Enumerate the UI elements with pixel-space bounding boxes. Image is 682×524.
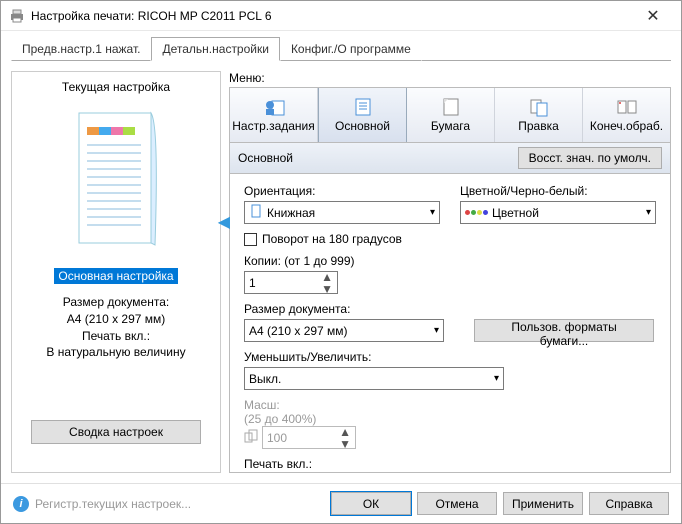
- register-settings-button[interactable]: Регистр.текущих настроек...: [35, 497, 331, 511]
- color-select[interactable]: Цветной ▾: [460, 201, 656, 224]
- tab-config[interactable]: Конфиг./О программе: [280, 37, 422, 61]
- copies-input[interactable]: 1 ▲▼: [244, 271, 338, 294]
- spinner-icon: ▲▼: [339, 426, 351, 450]
- reduce-label: Уменьшить/Увеличить:: [244, 350, 656, 364]
- checkbox-box: [244, 233, 257, 246]
- docsize-select[interactable]: A4 (210 x 297 мм) ▾: [244, 319, 444, 342]
- section-title: Основной: [238, 151, 293, 165]
- current-settings-panel: Текущая настройка: [11, 71, 221, 473]
- tab-detail[interactable]: Детальн.настройки: [151, 37, 279, 61]
- color-label: Цветной/Черно-белый:: [460, 184, 656, 198]
- chevron-down-icon: ▾: [430, 207, 435, 218]
- info-icon: i: [13, 496, 29, 512]
- titlebar: Настройка печати: RICOH MP C2011 PCL 6 ✕: [1, 1, 681, 31]
- info-docsize-value: A4 (210 x 297 мм): [46, 311, 185, 328]
- scale-input: 100 ▲▼: [262, 426, 356, 449]
- tool-job[interactable]: Настр.задания: [230, 88, 318, 142]
- close-button[interactable]: ✕: [633, 6, 673, 26]
- page-preview: [46, 100, 186, 260]
- chevron-down-icon: ▾: [494, 373, 499, 384]
- current-settings-title: Текущая настройка: [62, 80, 170, 94]
- window-title: Настройка печати: RICOH MP C2011 PCL 6: [31, 9, 633, 23]
- tool-main[interactable]: Основной: [318, 88, 407, 142]
- docsize-label: Размер документа:: [244, 302, 656, 316]
- cancel-button[interactable]: Отмена: [417, 492, 497, 515]
- main-tabs: Предв.настр.1 нажат. Детальн.настройки К…: [1, 31, 681, 61]
- collapse-arrow-icon[interactable]: ◀: [218, 212, 230, 232]
- reduce-select[interactable]: Выкл. ▾: [244, 367, 504, 390]
- footer: i Регистр.текущих настроек... ОК Отмена …: [1, 483, 681, 523]
- printer-icon: [9, 8, 25, 24]
- tool-finish[interactable]: Конеч.обраб.: [583, 88, 670, 142]
- orientation-select[interactable]: Книжная ▾: [244, 201, 440, 224]
- chevron-down-icon: ▾: [646, 207, 651, 218]
- tool-paper[interactable]: Бумага: [407, 88, 495, 142]
- preset-badge: Основная настройка: [54, 268, 177, 284]
- ok-button[interactable]: ОК: [331, 492, 411, 515]
- orientation-label: Ориентация:: [244, 184, 440, 198]
- info-docsize-label: Размер документа:: [46, 294, 185, 311]
- apply-button[interactable]: Применить: [503, 492, 583, 515]
- scale-label: Масш:: [244, 398, 656, 412]
- color-dots-icon: [465, 210, 488, 215]
- custom-formats-button[interactable]: Пользов. форматы бумаги...: [474, 319, 654, 342]
- help-button[interactable]: Справка: [589, 492, 669, 515]
- spinner-icon[interactable]: ▲▼: [321, 271, 333, 295]
- copies-label: Копии: (от 1 до 999): [244, 254, 656, 268]
- tab-preset[interactable]: Предв.настр.1 нажат.: [11, 37, 151, 61]
- rotate-checkbox[interactable]: Поворот на 180 градусов: [244, 232, 656, 246]
- restore-defaults-button[interactable]: Восст. знач. по умолч.: [518, 147, 662, 169]
- printon-label: Печать вкл.:: [244, 457, 656, 471]
- menu-label: Меню:: [229, 71, 671, 85]
- section-header: Основной Восст. знач. по умолч.: [229, 143, 671, 174]
- menu-toolbar: Настр.задания Основной Бумага Правка Кон…: [229, 87, 671, 143]
- info-print-label: Печать вкл.:: [46, 328, 185, 345]
- tool-edit[interactable]: Правка: [495, 88, 583, 142]
- scale-icon: [244, 429, 258, 446]
- scale-hint: (25 до 400%): [244, 412, 656, 426]
- summary-button[interactable]: Сводка настроек: [31, 420, 201, 444]
- chevron-down-icon: ▾: [434, 325, 439, 336]
- portrait-icon: [249, 204, 263, 221]
- info-print-value: В натуральную величину: [46, 344, 185, 361]
- settings-info: Размер документа: A4 (210 x 297 мм) Печа…: [46, 294, 185, 361]
